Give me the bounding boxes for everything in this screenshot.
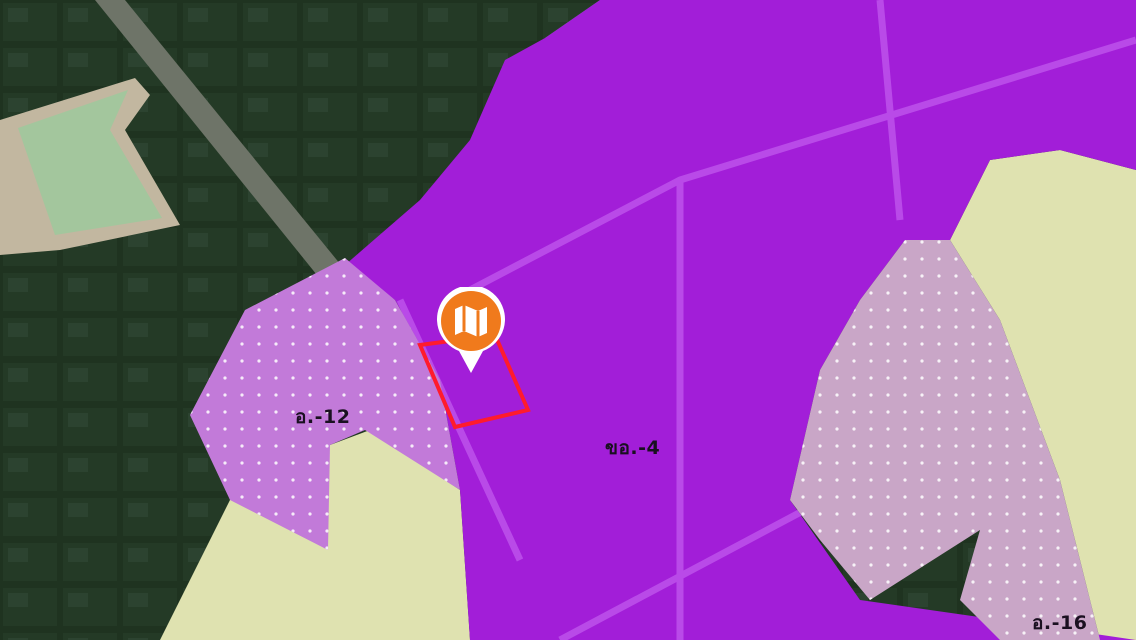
zone-label-kho-4: ขอ.-4 — [605, 437, 661, 459]
map-canvas[interactable] — [0, 0, 1136, 640]
zone-label-o-12: อ.-12 — [295, 406, 351, 428]
zone-label-o-16: อ.-16 — [1032, 612, 1088, 634]
map-view[interactable]: อ.-12 ขอ.-4 อ.-16 — [0, 0, 1136, 640]
map-folded-icon — [437, 285, 505, 373]
location-marker[interactable] — [433, 285, 509, 377]
